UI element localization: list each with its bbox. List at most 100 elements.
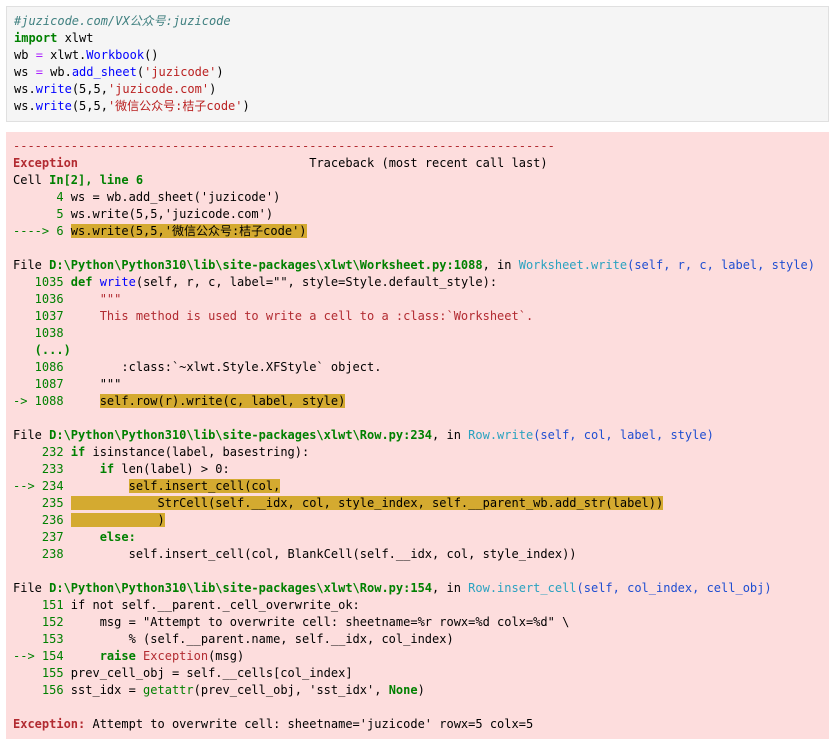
keyword: else: (70, 530, 136, 544)
highlighted-code: self.insert_cell(col, (128, 479, 281, 493)
function-args: (self, col, label, style) (533, 428, 714, 442)
file-label: File (13, 581, 50, 595)
trace-line: 1087 """ (13, 376, 829, 393)
frame-header: File D:\Python\Python310\lib\site-packag… (13, 427, 829, 444)
trace-line: 153 % (self.__parent.name, self.__idx, c… (13, 631, 829, 648)
function-name: write (99, 275, 136, 289)
trace-code: sst_idx = (70, 683, 144, 697)
ellipsis: (...) (13, 343, 71, 357)
code-text: ws. (14, 82, 36, 96)
exception-name: Exception (13, 156, 79, 170)
code-line: ws = wb.add_sheet('juzicode') (14, 64, 828, 81)
exception-name: Exception: (13, 717, 86, 731)
function-name: write (35, 99, 72, 113)
builtin-name: isinstance (85, 445, 165, 459)
line-number: 153 (13, 632, 71, 646)
trace-code: (self, r, c, label="", style=Style.defau… (135, 275, 498, 289)
file-path: D:\Python\Python310\lib\site-packages\xl… (49, 581, 433, 595)
code-line: ws.write(5,5,'微信公众号:桔子code') (14, 98, 828, 115)
function-args: (self, r, c, label, style) (627, 258, 815, 272)
operator: = (35, 48, 43, 62)
line-number: 1036 (13, 292, 71, 306)
line-number: 5 (13, 207, 71, 221)
trace-line: 233 if len(label) > 0: (13, 461, 829, 478)
trace-line: 1035 def write(self, r, c, label="", sty… (13, 274, 829, 291)
docstring: This method is used to write a cell to a… (70, 309, 534, 323)
trace-line: 238 self.insert_cell(col, BlankCell(self… (13, 546, 829, 563)
code-line: ws.write(5,5,'juzicode.com') (14, 81, 828, 98)
keyword: def (70, 275, 93, 289)
highlighted-code: ) (70, 513, 165, 527)
code-line: #juzicode.com/VX公众号:juzicode (14, 13, 828, 30)
code-text: xlwt (57, 31, 94, 45)
ellipsis-line: (...) (13, 342, 829, 359)
trace-line-current: ----> 6 ws.write(5,5,'微信公众号:桔子code') (13, 223, 829, 240)
current-line-arrow: -> 1088 (13, 394, 71, 408)
code-text: wb. (42, 65, 72, 79)
trace-code: msg = "Attempt to overwrite cell: sheetn… (70, 615, 570, 629)
line-number: 1087 (13, 377, 71, 391)
code-text: ws. (14, 99, 36, 113)
code-text: ) (242, 99, 250, 113)
error-message: Attempt to overwrite cell: sheetname='ju… (85, 717, 534, 731)
cell-location: Cell In[2], line 6 (13, 172, 829, 189)
trace-line: 1036 """ (13, 291, 829, 308)
highlighted-code: StrCell(self.__idx, col, style_index, se… (70, 496, 664, 510)
line-number: 238 (13, 547, 71, 561)
line-number: 152 (13, 615, 71, 629)
function-name: Row.insert_cell (468, 581, 577, 595)
line-number: 235 (13, 496, 71, 510)
string-literal: '微信公众号:桔子code' (107, 99, 243, 113)
string-literal: 'juzicode.com' (107, 82, 210, 96)
trace-line: 232 if isinstance(label, basestring): (13, 444, 829, 461)
trace-line: 156 sst_idx = getattr(prev_cell_obj, 'ss… (13, 682, 829, 699)
trace-code: (label, basestring): (164, 445, 310, 459)
trace-code: ws.write(5,5,'juzicode.com') (70, 207, 274, 221)
trace-code: prev_cell_obj = self.__cells[col_index] (70, 666, 353, 680)
code-input-cell[interactable]: #juzicode.com/VX公众号:juzicode import xlwt… (6, 6, 829, 122)
final-error-line: Exception: Attempt to overwrite cell: sh… (13, 716, 829, 733)
builtin-name: getattr (143, 683, 194, 697)
trace-line: 4 ws = wb.add_sheet('juzicode') (13, 189, 829, 206)
keyword: None (388, 683, 418, 697)
trace-line: 5 ws.write(5,5,'juzicode.com') (13, 206, 829, 223)
code-text: () (144, 48, 159, 62)
function-name: write (35, 82, 72, 96)
trace-line-current: --> 234 self.insert_cell(col, (13, 478, 829, 495)
trace-code: ) (417, 683, 425, 697)
highlighted-code: self.row(r).write(c, label, style) (99, 394, 346, 408)
code-text: ) (216, 65, 224, 79)
trace-code: ws = wb.add_sheet('juzicode') (70, 190, 281, 204)
exception-class: Exception (143, 649, 209, 663)
trace-line: 1038 (13, 325, 829, 342)
trace-line-highlighted: 236 ) (13, 512, 829, 529)
error-output: ----------------------------------------… (6, 132, 829, 739)
code-line: wb = xlwt.Workbook() (14, 47, 828, 64)
code-text: ) (209, 82, 217, 96)
line-number: 237 (13, 530, 71, 544)
code-text: (5,5, (71, 99, 108, 113)
trace-line-current: -> 1088 self.row(r).write(c, label, styl… (13, 393, 829, 410)
trace-code: % (self.__parent.name, self.__idx, col_i… (70, 632, 454, 646)
trace-code: self.insert_cell(col, BlankCell(self.__i… (70, 547, 577, 561)
line-number: 155 (13, 666, 71, 680)
file-label: File (13, 258, 50, 272)
in-label: , in (432, 581, 469, 595)
keyword: import (14, 31, 58, 45)
trace-code: :class:`~xlwt.Style.XFStyle` object. (70, 360, 382, 374)
file-path: D:\Python\Python310\lib\site-packages\xl… (49, 428, 433, 442)
trace-line: 151 if not self.__parent._cell_overwrite… (13, 597, 829, 614)
traceback-header: Exception Traceback (most recent call la… (13, 155, 829, 172)
trace-line: 155 prev_cell_obj = self.__cells[col_ind… (13, 665, 829, 682)
code-text: ( (136, 65, 145, 79)
line-number: 1035 (13, 275, 71, 289)
function-name: Row.write (468, 428, 534, 442)
line-number: 1038 (13, 326, 71, 340)
current-line-arrow: --> 234 (13, 479, 71, 493)
trace-code: if not self.__parent._cell_overwrite_ok: (70, 598, 360, 612)
trace-code: (label) > 0: (143, 462, 230, 476)
in-label: , in (482, 258, 519, 272)
